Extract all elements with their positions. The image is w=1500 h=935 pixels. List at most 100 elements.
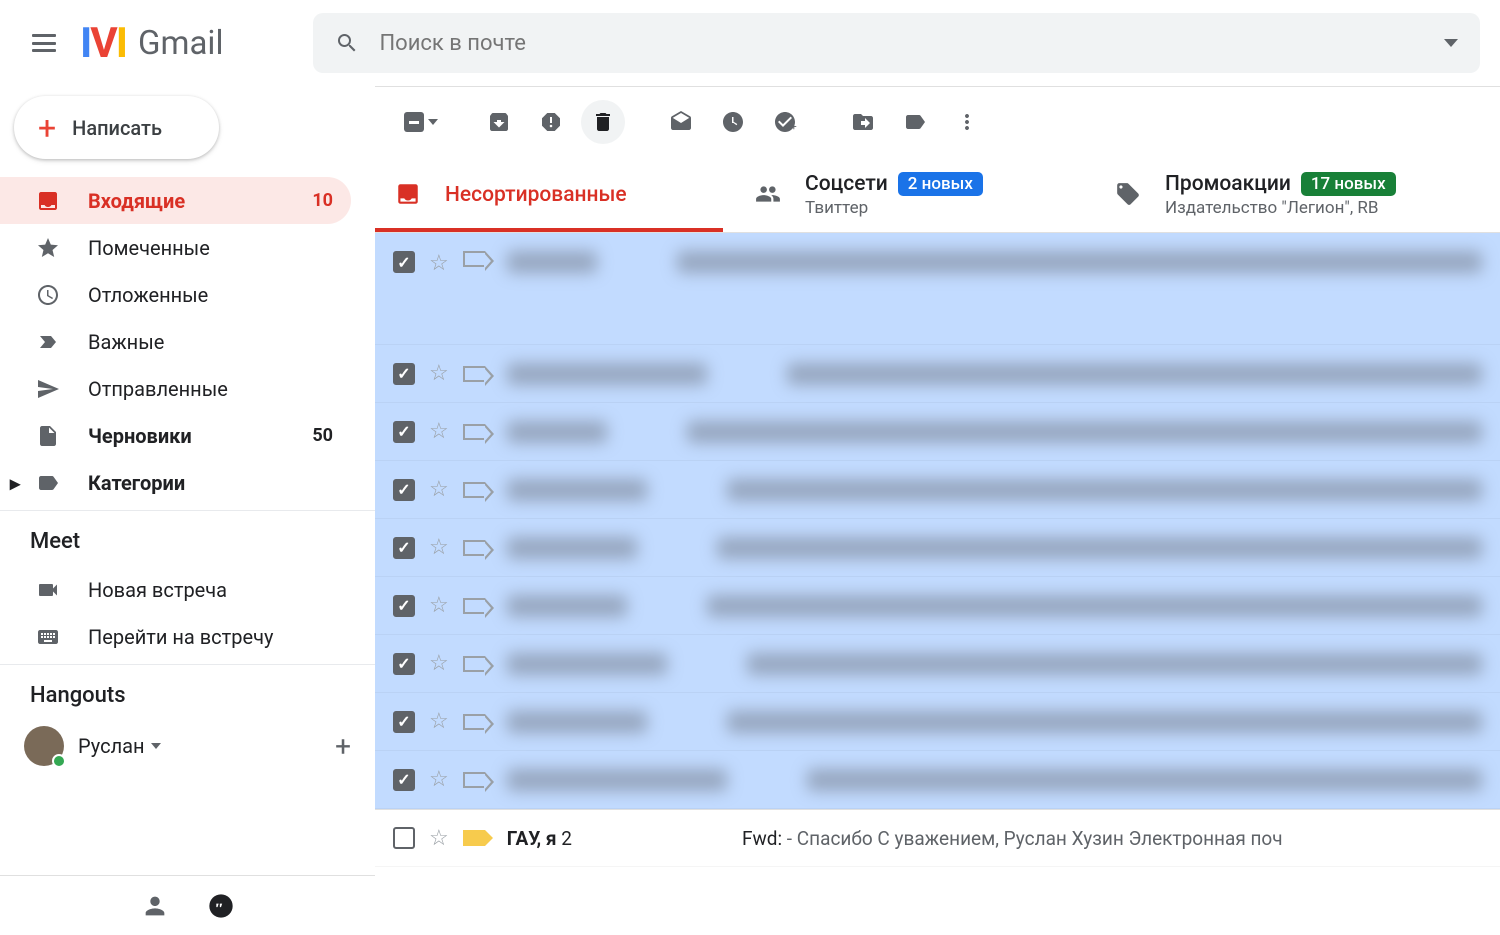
main-menu-button[interactable] (20, 19, 68, 67)
compose-label: Написать (72, 116, 162, 140)
chevron-down-icon[interactable] (151, 743, 161, 749)
meet-join-meeting[interactable]: Перейти на встречу (0, 613, 351, 660)
important-marker[interactable] (463, 656, 485, 672)
star-icon (36, 236, 60, 260)
nav-snoozed[interactable]: Отложенные (0, 271, 351, 318)
important-marker[interactable] (463, 366, 485, 382)
row-checkbox[interactable] (393, 711, 415, 733)
nav-important[interactable]: Важные (0, 318, 351, 365)
blurred-subject (707, 595, 1482, 617)
nav-drafts[interactable]: Черновики 50 (0, 412, 351, 459)
search-options-dropdown[interactable] (1444, 39, 1458, 47)
row-checkbox[interactable] (393, 479, 415, 501)
archive-button[interactable] (477, 100, 521, 144)
sidebar: + Написать Входящие 10 Помеченные Отложе… (0, 86, 375, 935)
hangouts-icon[interactable] (207, 892, 235, 920)
select-all-button[interactable] (399, 100, 443, 144)
blurred-sender (507, 711, 647, 733)
star-icon[interactable]: ☆ (429, 826, 449, 851)
nav-categories[interactable]: ▸ Категории (0, 459, 351, 506)
row-checkbox[interactable] (393, 537, 415, 559)
blurred-sender (507, 479, 647, 501)
promo-badge: 17 новых (1301, 172, 1396, 196)
more-button[interactable] (945, 100, 989, 144)
email-row[interactable]: ☆ (375, 635, 1500, 693)
nav-label: Отправленные (88, 377, 228, 401)
important-marker[interactable] (463, 598, 485, 614)
svg-text:+: + (791, 122, 797, 133)
mark-unread-button[interactable] (659, 100, 703, 144)
important-marker[interactable] (463, 540, 485, 556)
star-icon[interactable]: ☆ (429, 251, 449, 276)
spam-button[interactable] (529, 100, 573, 144)
contacts-icon[interactable] (141, 892, 169, 920)
row-checkbox[interactable] (393, 363, 415, 385)
snooze-button[interactable] (711, 100, 755, 144)
nav-label: Категории (88, 471, 185, 495)
send-icon (36, 377, 60, 401)
star-icon[interactable]: ☆ (429, 593, 449, 618)
meet-new-meeting[interactable]: Новая встреча (0, 566, 351, 613)
hangouts-section-title: Hangouts (0, 665, 375, 720)
email-row[interactable]: ☆ ГАУ, я 2 Fwd: - Спасибо С уважением, Р… (375, 809, 1500, 867)
email-row[interactable]: ☆ (375, 751, 1500, 809)
important-marker[interactable] (463, 830, 485, 846)
email-row[interactable]: ☆ (375, 519, 1500, 577)
row-checkbox[interactable] (393, 421, 415, 443)
star-icon[interactable]: ☆ (429, 767, 449, 792)
important-marker[interactable] (463, 424, 485, 440)
nav-label: Важные (88, 330, 164, 354)
row-checkbox[interactable] (393, 769, 415, 791)
row-checkbox[interactable] (393, 251, 415, 273)
blurred-sender (507, 537, 637, 559)
plus-icon: + (38, 109, 56, 147)
email-row[interactable]: ☆ (375, 461, 1500, 519)
people-icon (755, 181, 783, 209)
star-icon[interactable]: ☆ (429, 535, 449, 560)
email-row[interactable]: ☆ (375, 345, 1500, 403)
hangouts-user-row[interactable]: Руслан + (0, 720, 375, 766)
email-row[interactable]: ☆ (375, 693, 1500, 751)
blurred-subject (717, 537, 1482, 559)
star-icon[interactable]: ☆ (429, 361, 449, 386)
email-row[interactable]: ☆ (375, 233, 1500, 345)
row-checkbox[interactable] (393, 827, 415, 849)
delete-button[interactable] (581, 100, 625, 144)
tab-social[interactable]: Соцсети 2 новых Твиттер (735, 157, 1095, 232)
important-marker[interactable] (463, 772, 485, 788)
tab-promotions[interactable]: Промоакции 17 новых Издательство "Легион… (1095, 157, 1500, 232)
blurred-subject (787, 363, 1482, 385)
row-checkbox[interactable] (393, 653, 415, 675)
gmail-logo[interactable]: IVI Gmail (80, 19, 223, 68)
tag-icon (1115, 181, 1143, 209)
video-icon (36, 578, 60, 602)
blurred-subject (807, 769, 1482, 791)
row-checkbox[interactable] (393, 595, 415, 617)
move-to-button[interactable] (841, 100, 885, 144)
add-to-tasks-button[interactable]: + (763, 100, 807, 144)
star-icon[interactable]: ☆ (429, 477, 449, 502)
nav-starred[interactable]: Помеченные (0, 224, 351, 271)
important-marker[interactable] (463, 251, 485, 267)
important-marker[interactable] (463, 482, 485, 498)
search-bar[interactable] (313, 13, 1480, 73)
star-icon[interactable]: ☆ (429, 419, 449, 444)
new-conversation-button[interactable]: + (335, 730, 351, 763)
labels-button[interactable] (893, 100, 937, 144)
nav-sent[interactable]: Отправленные (0, 365, 351, 412)
search-input[interactable] (379, 31, 1444, 56)
drafts-count: 50 (312, 425, 333, 446)
nav-inbox[interactable]: Входящие 10 (0, 177, 351, 224)
star-icon[interactable]: ☆ (429, 651, 449, 676)
blurred-subject (687, 421, 1482, 443)
star-icon[interactable]: ☆ (429, 709, 449, 734)
compose-button[interactable]: + Написать (14, 96, 219, 159)
email-row[interactable]: ☆ (375, 577, 1500, 635)
email-subject: Fwd: - Спасибо С уважением, Руслан Хузин… (742, 827, 1283, 850)
blurred-sender (507, 421, 607, 443)
email-row[interactable]: ☆ (375, 403, 1500, 461)
tab-subtitle: Издательство "Легион", RB (1165, 198, 1396, 218)
blurred-sender (507, 363, 707, 385)
tab-primary[interactable]: Несортированные (375, 157, 735, 232)
important-marker[interactable] (463, 714, 485, 730)
